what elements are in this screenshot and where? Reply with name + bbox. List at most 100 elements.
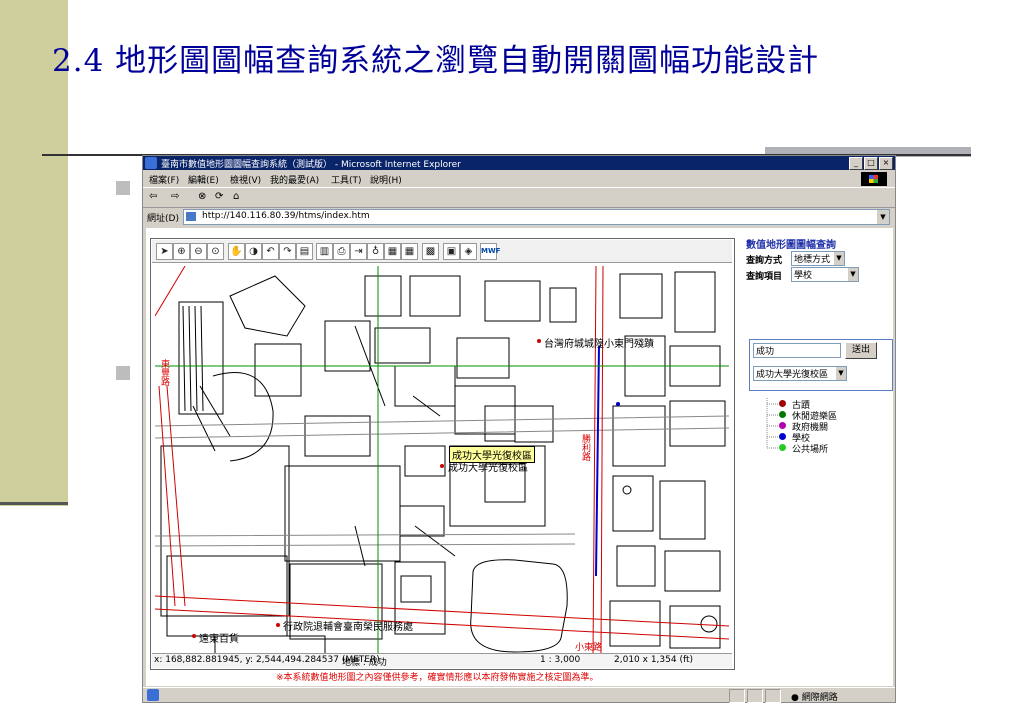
nav-toolbar: ⇦ ⇨ ⊗ ⟳ ⌂ xyxy=(143,187,895,208)
search-value: 成功 xyxy=(756,347,775,357)
menu-edit[interactable]: 編輯(E) xyxy=(188,173,219,186)
page-content: ➤ ⊕ ⊖ ⊙ ✋ ◑ ↶ ↷ ▤ ▥ ⎙ ⇥ ♁ ▦ ▦ ▩ ▣ ◈ MWF xyxy=(146,228,893,686)
map-label-temple: 台灣府城城隍小東門殘蹟 xyxy=(544,339,654,350)
pan-hand-icon[interactable]: ✋ xyxy=(228,243,245,260)
mwf-icon[interactable]: MWF xyxy=(480,243,500,260)
bullet-icon xyxy=(116,366,130,380)
chevron-down-icon: ▼ xyxy=(836,367,846,380)
zoom-box-icon[interactable]: ⊙ xyxy=(207,243,224,260)
map-label-road-left: 東豐路 xyxy=(159,359,169,386)
status-cell xyxy=(765,689,781,703)
legend-dot-icon xyxy=(779,400,786,407)
maximize-button[interactable]: □ xyxy=(864,157,878,170)
legend-icon[interactable]: ▦ xyxy=(384,243,401,260)
clear-icon[interactable]: ◈ xyxy=(460,243,477,260)
query-panel: 數值地形圖圖幅查詢 查詢方式 地標方式 ▼ 查詢項目 學校 ▼ 成功 送出 成功… xyxy=(744,236,893,676)
globe-icon: ● xyxy=(791,693,799,703)
map-label-office: 行政院退輔會臺南榮民服務處 xyxy=(283,622,413,633)
minimize-button[interactable]: _ xyxy=(849,157,863,170)
back-icon[interactable]: ⇦ xyxy=(149,191,157,202)
ie-icon xyxy=(145,157,157,169)
forward-icon[interactable]: ⇨ xyxy=(171,191,179,202)
map-scale: 1 : 3,000 xyxy=(540,655,581,665)
legend-dot-icon xyxy=(779,411,786,418)
menu-file[interactable]: 檔案(F) xyxy=(149,173,179,186)
panel-title: 數值地形圖圖幅查詢 xyxy=(746,240,836,251)
address-dropdown-icon[interactable]: ▼ xyxy=(877,210,889,224)
ie-status-icon xyxy=(147,689,159,701)
bulb-icon[interactable]: ♁ xyxy=(367,243,384,260)
close-button[interactable]: × xyxy=(879,157,893,170)
menu-help[interactable]: 說明(H) xyxy=(370,173,402,186)
submit-button[interactable]: 送出 xyxy=(845,342,877,359)
full-extent-icon[interactable]: ◑ xyxy=(245,243,262,260)
pointer-tool-icon[interactable]: ➤ xyxy=(156,243,173,260)
internet-zone: ● 網際網路 xyxy=(791,690,838,703)
map-drawing xyxy=(155,266,729,656)
address-url: http://140.116.80.39/htms/index.htm xyxy=(202,211,370,221)
map-label-road-mid: 勝利路 xyxy=(580,434,590,461)
stop-icon[interactable]: ⊗ xyxy=(198,191,206,202)
map-toolbar: ➤ ⊕ ⊖ ⊙ ✋ ◑ ↶ ↷ ▤ ▥ ⎙ ⇥ ♁ ▦ ▦ ▩ ▣ ◈ MWF xyxy=(152,240,732,263)
search-input[interactable]: 成功 xyxy=(753,343,841,358)
zoom-in-icon[interactable]: ⊕ xyxy=(173,243,190,260)
map-highlight-label: 成功大學光復校區 xyxy=(449,446,535,463)
legend-item[interactable]: 學校 xyxy=(752,431,892,444)
address-bar: 網址(D) http://140.116.80.39/htms/index.ht… xyxy=(143,207,895,226)
legend-item[interactable]: 休閒遊樂區 xyxy=(752,409,892,422)
map-label-road-bottom: 小東路 xyxy=(575,643,603,653)
map-size: 2,010 x 1,354 (ft) xyxy=(614,655,694,665)
browser-status-bar: ● 網際網路 xyxy=(143,687,895,703)
legend-item[interactable]: 公共場所 xyxy=(752,442,892,455)
rotate-right-icon[interactable]: ↷ xyxy=(279,243,296,260)
refresh-icon[interactable]: ⟳ xyxy=(215,191,223,202)
search-box: 成功 送出 成功大學光復校區 ▼ xyxy=(749,339,893,391)
map-canvas[interactable]: 台灣府城城隍小東門殘蹟 成功大學光復校區 成功大學光復校區 行政院退輔會臺南榮民… xyxy=(155,266,729,656)
query-item-label: 查詢項目 xyxy=(746,272,783,282)
slide-side-rule xyxy=(0,502,68,505)
map-frame: ➤ ⊕ ⊖ ⊙ ✋ ◑ ↶ ↷ ▤ ▥ ⎙ ⇥ ♁ ▦ ▦ ▩ ▣ ◈ MWF xyxy=(150,238,735,670)
grid-icon[interactable]: ▩ xyxy=(422,243,439,260)
windows-logo-icon xyxy=(861,172,887,186)
query-item-value: 學校 xyxy=(794,271,813,281)
menu-favorites[interactable]: 我的最愛(A) xyxy=(270,173,319,186)
query-mode-value: 地標方式 xyxy=(794,255,831,265)
chevron-down-icon: ▼ xyxy=(834,252,844,265)
rotate-left-icon[interactable]: ↶ xyxy=(262,243,279,260)
result-select[interactable]: 成功大學光復校區 ▼ xyxy=(753,366,847,381)
menu-tools[interactable]: 工具(T) xyxy=(331,173,362,186)
zone-label: 網際網路 xyxy=(801,693,838,703)
legend-label: 公共場所 xyxy=(792,445,829,455)
address-input[interactable]: http://140.116.80.39/htms/index.htm ▼ xyxy=(183,209,890,225)
status-cell xyxy=(729,689,745,703)
legend-item[interactable]: 古蹟 xyxy=(752,398,892,411)
status-cell xyxy=(747,689,763,703)
window-titlebar: 臺南市數值地形圖圖幅查詢系統（測試版） - Microsoft Internet… xyxy=(143,156,895,170)
map-label-dept-store: 遠東百貨 xyxy=(199,634,239,645)
print-icon[interactable]: ⎙ xyxy=(333,243,350,260)
slide-title: 2.4 地形圖圖幅查詢系統之瀏覽自動開關圖幅功能設計 xyxy=(52,43,820,79)
query-mode-select[interactable]: 地標方式 ▼ xyxy=(791,251,845,266)
query-item-select[interactable]: 學校 ▼ xyxy=(791,267,859,282)
bullet-icon xyxy=(116,181,130,195)
zoom-out-icon[interactable]: ⊖ xyxy=(190,243,207,260)
window-title: 臺南市數值地形圖圖幅查詢系統（測試版） - Microsoft Internet… xyxy=(161,160,461,170)
identify-icon[interactable]: ▥ xyxy=(316,243,333,260)
legend-item[interactable]: 政府機關 xyxy=(752,420,892,433)
map-feature: 地標 : 成功 xyxy=(342,658,387,668)
home-icon[interactable]: ⌂ xyxy=(233,191,239,202)
map-status-bar: x: 168,882.881945, y: 2,544,494.284537 (… xyxy=(152,653,732,668)
menu-view[interactable]: 檢視(V) xyxy=(230,173,261,186)
legend-dot-icon xyxy=(779,444,786,451)
export-icon[interactable]: ⇥ xyxy=(350,243,367,260)
legend-dot-icon xyxy=(779,422,786,429)
legend-dot-icon xyxy=(779,433,786,440)
result-value: 成功大學光復校區 xyxy=(756,370,829,380)
query-mode-label: 查詢方式 xyxy=(746,256,783,266)
page-icon xyxy=(186,212,196,221)
report-icon[interactable]: ▣ xyxy=(443,243,460,260)
table-icon[interactable]: ▦ xyxy=(401,243,418,260)
layer-icon[interactable]: ▤ xyxy=(296,243,313,260)
menu-bar: 檔案(F) 編輯(E) 檢視(V) 我的最愛(A) 工具(T) 說明(H) xyxy=(143,171,895,186)
address-label: 網址(D) xyxy=(147,214,179,224)
